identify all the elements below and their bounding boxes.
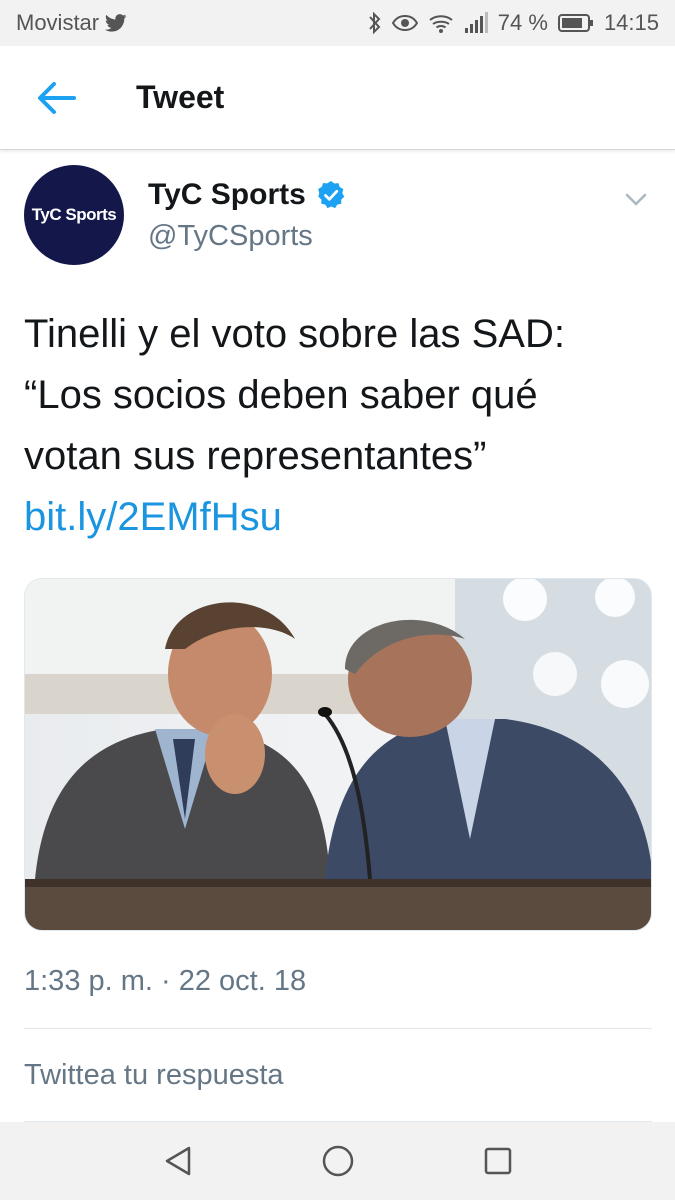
- back-triangle-icon: [165, 1146, 190, 1176]
- back-button[interactable]: [16, 58, 96, 138]
- nav-back-button[interactable]: [153, 1136, 203, 1186]
- status-bar-right: 74 % 14:15: [368, 10, 659, 36]
- wifi-icon: [428, 13, 454, 33]
- signal-icon: [464, 12, 488, 34]
- author-name[interactable]: TyC Sports: [148, 178, 306, 212]
- status-bar-left: Movistar: [16, 10, 127, 36]
- battery-percent: 74 %: [497, 10, 548, 35]
- twitter-icon: [105, 14, 127, 32]
- clock: 14:15: [603, 10, 659, 35]
- battery-icon: [557, 13, 594, 33]
- tweet-author-row: TyC Sports TyC Sports @TyCSports: [24, 150, 651, 280]
- tweet: TyC Sports TyC Sports @TyCSports Tinelli…: [0, 150, 675, 1122]
- tweet-text-line: votan sus representantes”: [24, 434, 487, 478]
- nav-home-button[interactable]: [313, 1136, 363, 1186]
- tweet-photo[interactable]: [24, 578, 652, 931]
- recents-square-icon: [484, 1147, 511, 1175]
- back-arrow-icon: [38, 81, 76, 114]
- reply-input[interactable]: Twittea tu respuesta: [24, 1029, 651, 1121]
- author-handle[interactable]: @TyCSports: [148, 220, 346, 253]
- tweet-text: Tinelli y el voto sobre las SAD: “Los so…: [24, 304, 651, 548]
- photo-two-men-conversing: [25, 579, 651, 930]
- eye-icon: [391, 14, 418, 32]
- verified-badge-icon: [316, 180, 346, 210]
- author-info: TyC Sports @TyCSports: [148, 178, 346, 253]
- system-nav-bar: [0, 1122, 675, 1200]
- home-circle-icon: [322, 1145, 353, 1177]
- status-bar: Movistar 74 % 14:15: [0, 0, 675, 46]
- page-title: Tweet: [136, 79, 225, 115]
- author-name-row: TyC Sports: [148, 178, 346, 212]
- tweet-menu-button[interactable]: [621, 188, 651, 212]
- chevron-down-icon: [625, 193, 647, 206]
- tweet-link[interactable]: bit.ly/2EMfHsu: [24, 487, 651, 548]
- bluetooth-icon: [368, 11, 382, 35]
- carrier-label: Movistar: [16, 10, 100, 35]
- avatar-logo-text: TyC Sports: [31, 205, 117, 224]
- nav-recents-button[interactable]: [473, 1136, 523, 1186]
- tweet-timestamp: 1:33 p. m. · 22 oct. 18: [24, 965, 307, 997]
- avatar[interactable]: TyC Sports: [24, 165, 124, 265]
- tweet-text-line: Tinelli y el voto sobre las SAD:: [24, 312, 565, 356]
- top-app-bar: Tweet: [0, 46, 675, 150]
- tweet-text-line: “Los socios deben saber qué: [24, 373, 538, 417]
